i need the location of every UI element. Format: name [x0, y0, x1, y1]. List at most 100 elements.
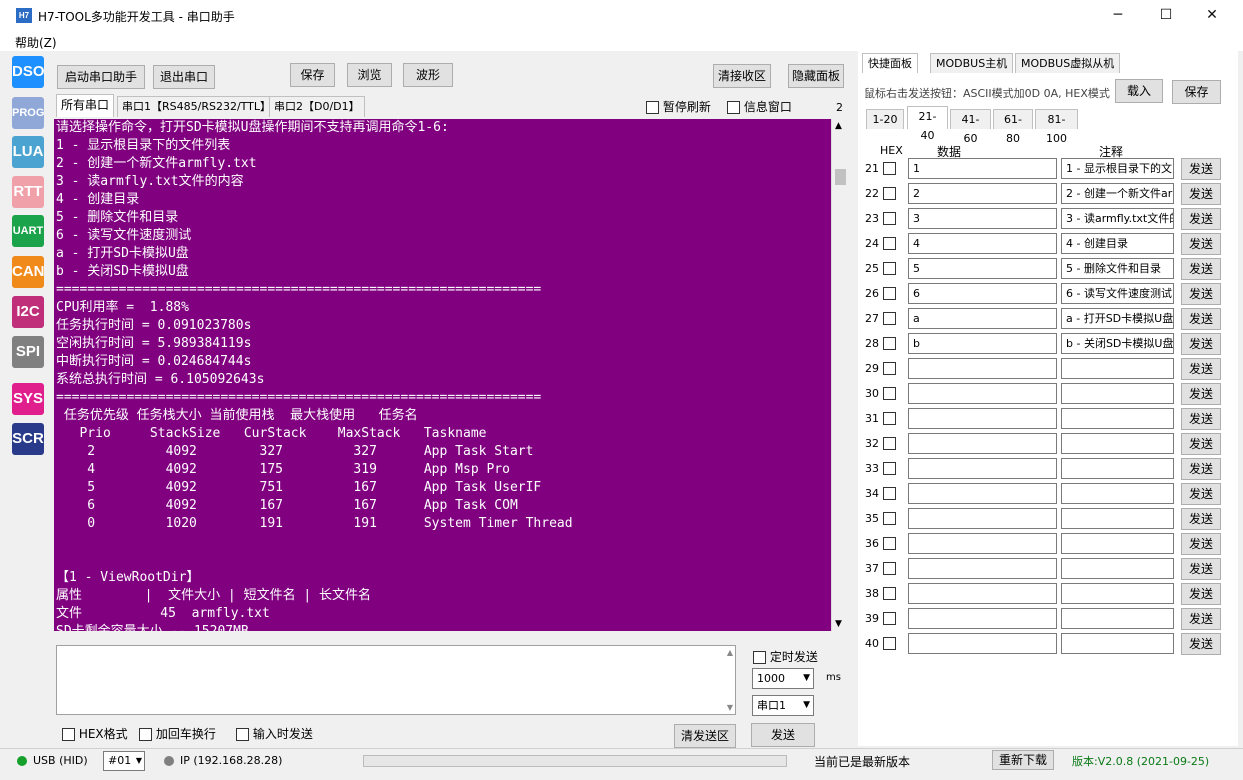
- receive-terminal[interactable]: 请选择操作命令，打开SD卡模拟U盘操作期间不支持再调用命令1-6: 1 - 显示…: [54, 119, 831, 631]
- sidebar-lua-button[interactable]: LUA: [12, 136, 44, 168]
- row-note-input[interactable]: 1 - 显示根目录下的文: [1061, 158, 1174, 179]
- redownload-button[interactable]: 重新下载: [992, 750, 1054, 770]
- row-data-input[interactable]: 6: [908, 283, 1057, 304]
- row-send-button[interactable]: 发送: [1181, 333, 1221, 355]
- row-data-input[interactable]: [908, 583, 1057, 604]
- close-button[interactable]: ✕: [1189, 0, 1235, 31]
- send-on-input-option[interactable]: 输入时发送: [236, 725, 313, 742]
- row-send-button[interactable]: 发送: [1181, 233, 1221, 255]
- clear-receive-button[interactable]: 清接收区: [713, 64, 771, 88]
- wave-button[interactable]: 波形: [403, 63, 453, 87]
- row-data-input[interactable]: [908, 508, 1057, 529]
- tab-quick-panel[interactable]: 快捷面板: [862, 53, 918, 73]
- maximize-button[interactable]: ☐: [1143, 0, 1189, 31]
- row-send-button[interactable]: 发送: [1181, 158, 1221, 180]
- timed-send-checkbox[interactable]: [753, 651, 766, 664]
- row-hex-checkbox[interactable]: [883, 287, 896, 300]
- row-hex-checkbox[interactable]: [883, 587, 896, 600]
- start-serial-button[interactable]: 启动串口助手: [57, 65, 145, 89]
- send-on-input-checkbox[interactable]: [236, 728, 249, 741]
- browse-button[interactable]: 浏览: [347, 63, 392, 87]
- row-note-input[interactable]: [1061, 533, 1174, 554]
- row-hex-checkbox[interactable]: [883, 487, 896, 500]
- send-textarea[interactable]: ▲ ▼: [56, 645, 736, 715]
- row-hex-checkbox[interactable]: [883, 562, 896, 575]
- row-send-button[interactable]: 发送: [1181, 408, 1221, 430]
- row-send-button[interactable]: 发送: [1181, 483, 1221, 505]
- row-note-input[interactable]: [1061, 383, 1174, 404]
- row-note-input[interactable]: [1061, 583, 1174, 604]
- row-send-button[interactable]: 发送: [1181, 558, 1221, 580]
- page-tab-61-80[interactable]: 61-80: [993, 109, 1033, 145]
- row-data-input[interactable]: [908, 433, 1057, 454]
- row-hex-checkbox[interactable]: [883, 312, 896, 325]
- crlf-checkbox[interactable]: [139, 728, 152, 741]
- row-hex-checkbox[interactable]: [883, 162, 896, 175]
- row-hex-checkbox[interactable]: [883, 362, 896, 375]
- row-hex-checkbox[interactable]: [883, 637, 896, 650]
- scroll-up-icon[interactable]: ▲: [835, 121, 842, 131]
- row-note-input[interactable]: 4 - 创建目录: [1061, 233, 1174, 254]
- row-hex-checkbox[interactable]: [883, 337, 896, 350]
- row-note-input[interactable]: [1061, 558, 1174, 579]
- tab-modbus-slave[interactable]: MODBUS虚拟从机: [1015, 53, 1121, 73]
- row-hex-checkbox[interactable]: [883, 387, 896, 400]
- exit-serial-button[interactable]: 退出串口: [153, 65, 215, 89]
- row-send-button[interactable]: 发送: [1181, 383, 1221, 405]
- tab-port2[interactable]: 串口2【D0/D1】: [269, 96, 365, 117]
- row-note-input[interactable]: 6 - 读写文件速度测试: [1061, 283, 1174, 304]
- menu-help[interactable]: 帮助(Z): [15, 34, 57, 51]
- row-data-input[interactable]: 4: [908, 233, 1057, 254]
- panel-save-button[interactable]: 保存: [1172, 80, 1221, 104]
- page-tab-1-20[interactable]: 1-20: [866, 109, 904, 129]
- row-data-input[interactable]: [908, 383, 1057, 404]
- row-note-input[interactable]: 3 - 读armfly.txt文件的: [1061, 208, 1174, 229]
- sidebar-uart-button[interactable]: UART: [12, 215, 44, 247]
- row-hex-checkbox[interactable]: [883, 187, 896, 200]
- row-hex-checkbox[interactable]: [883, 462, 896, 475]
- row-data-input[interactable]: 1: [908, 158, 1057, 179]
- port-select[interactable]: 串口1 ▼: [752, 695, 814, 716]
- row-data-input[interactable]: [908, 483, 1057, 504]
- row-send-button[interactable]: 发送: [1181, 258, 1221, 280]
- page-tab-81-100[interactable]: 81-100: [1035, 109, 1078, 145]
- sidebar-scr-button[interactable]: SCR: [12, 423, 44, 455]
- row-send-button[interactable]: 发送: [1181, 308, 1221, 330]
- row-data-input[interactable]: [908, 408, 1057, 429]
- row-note-input[interactable]: 2 - 创建一个新文件ar: [1061, 183, 1174, 204]
- row-note-input[interactable]: [1061, 483, 1174, 504]
- row-note-input[interactable]: [1061, 633, 1174, 654]
- sidebar-prog-button[interactable]: PROG: [12, 97, 44, 129]
- device-select[interactable]: #01 ▼: [103, 751, 145, 771]
- row-hex-checkbox[interactable]: [883, 437, 896, 450]
- row-note-input[interactable]: [1061, 608, 1174, 629]
- row-send-button[interactable]: 发送: [1181, 208, 1221, 230]
- hide-panel-button[interactable]: 隐藏面板: [788, 64, 844, 88]
- row-send-button[interactable]: 发送: [1181, 583, 1221, 605]
- row-send-button[interactable]: 发送: [1181, 508, 1221, 530]
- row-hex-checkbox[interactable]: [883, 612, 896, 625]
- timed-send-option[interactable]: 定时发送: [753, 648, 818, 665]
- row-send-button[interactable]: 发送: [1181, 358, 1221, 380]
- row-data-input[interactable]: [908, 533, 1057, 554]
- tab-port1[interactable]: 串口1【RS485/RS232/TTL】: [117, 96, 277, 117]
- load-button[interactable]: 载入: [1115, 79, 1163, 103]
- tab-all-ports[interactable]: 所有串口: [56, 94, 115, 117]
- send-scroll-down-icon[interactable]: ▼: [727, 703, 733, 712]
- row-note-input[interactable]: [1061, 433, 1174, 454]
- row-data-input[interactable]: 2: [908, 183, 1057, 204]
- row-data-input[interactable]: [908, 458, 1057, 479]
- pause-checkbox[interactable]: [646, 101, 659, 114]
- row-data-input[interactable]: [908, 608, 1057, 629]
- scroll-down-icon[interactable]: ▼: [835, 619, 842, 629]
- sidebar-can-button[interactable]: CAN: [12, 256, 45, 288]
- row-note-input[interactable]: [1061, 358, 1174, 379]
- sidebar-rtt-button[interactable]: RTT: [12, 176, 44, 208]
- row-hex-checkbox[interactable]: [883, 537, 896, 550]
- row-hex-checkbox[interactable]: [883, 237, 896, 250]
- row-hex-checkbox[interactable]: [883, 512, 896, 525]
- crlf-option[interactable]: 加回车换行: [139, 725, 216, 742]
- sidebar-sys-button[interactable]: SYS: [12, 383, 44, 415]
- row-note-input[interactable]: [1061, 508, 1174, 529]
- row-hex-checkbox[interactable]: [883, 262, 896, 275]
